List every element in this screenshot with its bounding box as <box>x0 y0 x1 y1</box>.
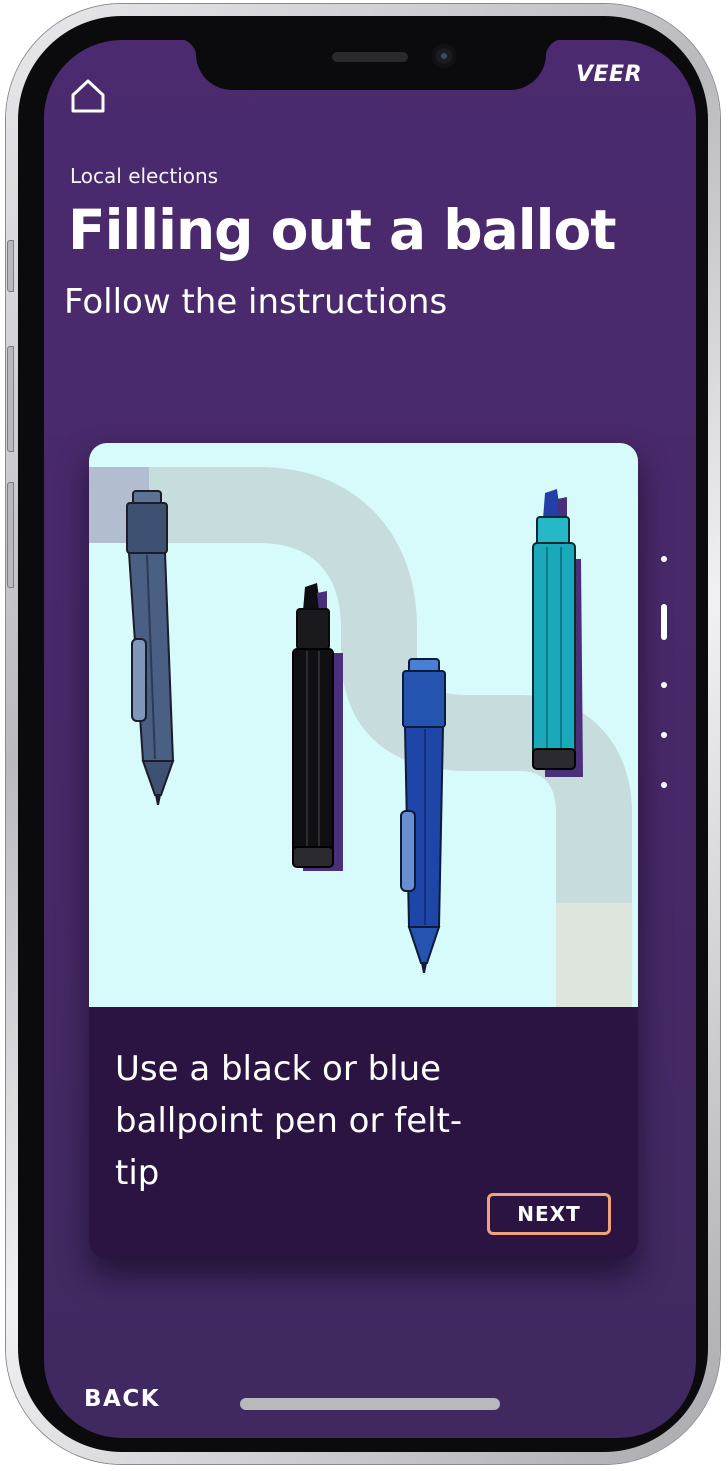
section-label: Local elections <box>70 164 219 188</box>
phone-frame: VEER Local elections Filling out a ballo… <box>6 4 720 1464</box>
felt-tip-pen-teal <box>532 489 583 777</box>
app-screen: VEER Local elections Filling out a ballo… <box>44 40 696 1438</box>
instruction-text: Use a black or blue ballpoint pen or fel… <box>115 1049 463 1193</box>
volume-up-button <box>7 346 14 452</box>
card-body: Use a black or blue ballpoint pen or fel… <box>89 1007 638 1259</box>
step-dot-1[interactable] <box>661 556 667 562</box>
next-button[interactable]: NEXT <box>487 1193 611 1235</box>
home-icon[interactable] <box>68 76 108 116</box>
back-button[interactable]: BACK <box>84 1386 160 1412</box>
step-dot-5[interactable] <box>661 782 667 788</box>
camera-icon <box>432 44 456 68</box>
felt-tip-pen-black <box>292 583 343 871</box>
speaker-grille <box>332 52 408 62</box>
instruction-card: Use a black or blue ballpoint pen or fel… <box>89 443 638 1259</box>
page-subtitle: Follow the instructions <box>64 282 448 322</box>
step-dot-3[interactable] <box>661 682 667 688</box>
ballpoint-pen-blue <box>400 658 446 973</box>
pens-illustration <box>89 443 638 1007</box>
step-dot-4[interactable] <box>661 732 667 738</box>
step-dot-2-active[interactable] <box>661 604 667 640</box>
page-title: Filling out a ballot <box>68 198 617 262</box>
notch <box>177 40 565 90</box>
silent-switch <box>7 240 14 292</box>
home-indicator[interactable] <box>240 1398 500 1410</box>
ballpoint-pen-grey <box>126 490 175 805</box>
volume-down-button <box>7 482 14 588</box>
brand-logo: VEER <box>576 62 643 87</box>
